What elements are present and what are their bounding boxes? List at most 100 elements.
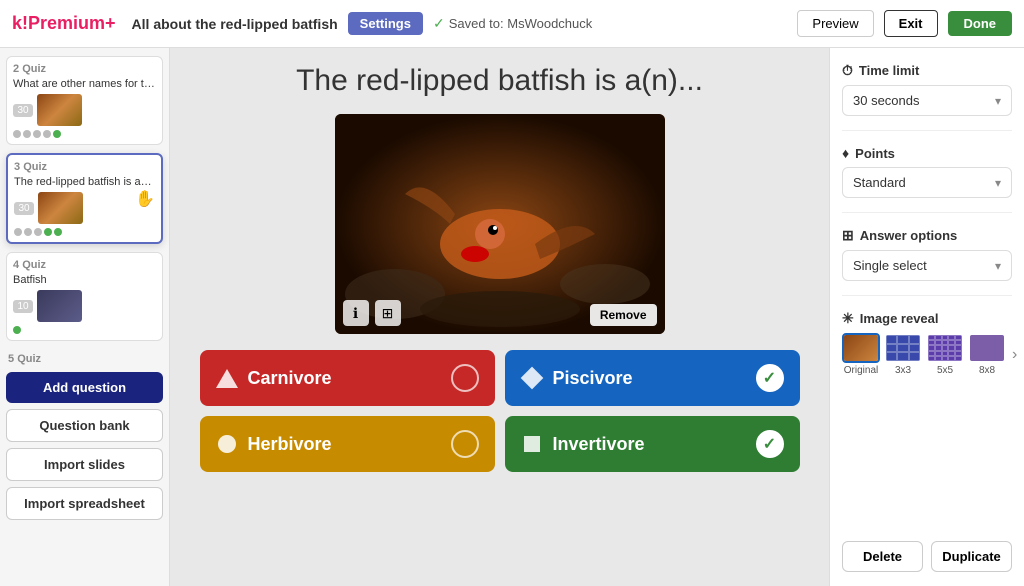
clock-icon: ⏱ — [842, 62, 853, 79]
piscivore-label: Piscivore — [553, 368, 633, 389]
question-bank-button[interactable]: Question bank — [6, 409, 163, 442]
add-question-button[interactable]: Add question — [6, 372, 163, 403]
answer-options-section: ⊞ Answer options Single select ▾ — [842, 227, 1012, 281]
points-label: ♦ Points — [842, 145, 1012, 161]
crop-icon-button[interactable]: ⊞ — [375, 300, 401, 326]
header-title: All about the red-lipped batfish — [132, 16, 338, 32]
right-sidebar: ⏱ Time limit 30 seconds ▾ ♦ Points Stand… — [829, 48, 1024, 586]
dot — [43, 130, 51, 138]
answers-grid: Carnivore Piscivore ✓ Herbivore — [200, 350, 800, 472]
points-icon: ♦ — [842, 145, 849, 161]
header-right: Preview Exit Done — [797, 10, 1012, 37]
dot — [14, 228, 22, 236]
exit-button[interactable]: Exit — [884, 10, 938, 37]
carnivore-label: Carnivore — [248, 368, 332, 389]
image-reveal-options: Original 3x3 — [842, 333, 1012, 376]
quiz-thumb-fish-3 — [38, 192, 83, 224]
import-slides-button[interactable]: Import slides — [6, 448, 163, 481]
fish-img-icons: ℹ ⊞ — [343, 300, 401, 326]
diamond-shape — [521, 367, 543, 389]
quiz-num-5: 5 Quiz — [6, 353, 163, 365]
quiz-dots-2 — [13, 130, 156, 138]
dot — [33, 130, 41, 138]
saved-text: Saved to: MsWoodchuck — [449, 16, 593, 31]
answer-card-invertivore[interactable]: Invertivore ✓ — [505, 416, 800, 472]
preview-button[interactable]: Preview — [797, 10, 873, 37]
quiz-thumb-row-3: 30 ✋ — [14, 192, 155, 224]
quiz-card-2[interactable]: 2 Quiz What are other names for this cre… — [6, 56, 163, 145]
image-reveal-label: ✳ Image reveal — [842, 310, 1012, 327]
reveal-3x3[interactable]: 3x3 — [884, 333, 922, 376]
quiz-thumb-4 — [37, 290, 82, 322]
chevron-down-icon: ▾ — [995, 176, 1001, 190]
reveal-grid-5x5 — [928, 335, 962, 361]
answer-options-icon: ⊞ — [842, 227, 854, 244]
answer-left: Piscivore — [521, 367, 633, 389]
quiz-thumb-fish-4 — [37, 290, 82, 322]
reveal-thumb-5x5 — [926, 333, 964, 363]
image-reveal-icon: ✳ — [842, 310, 854, 327]
duplicate-button[interactable]: Duplicate — [931, 541, 1012, 572]
quiz-title-4: Batfish — [13, 274, 156, 286]
reveal-8x8[interactable]: 8x8 — [968, 333, 1006, 376]
reveal-next-arrow[interactable]: › — [1012, 346, 1017, 364]
piscivore-check: ✓ — [756, 364, 784, 392]
answer-left: Herbivore — [216, 433, 332, 455]
remove-button[interactable]: Remove — [590, 304, 657, 326]
invertivore-label: Invertivore — [553, 434, 645, 455]
quiz-card-3[interactable]: 3 Quiz The red-lipped batfish is a(n)...… — [6, 153, 163, 244]
center-content: The red-lipped batfish is a(n)... — [170, 48, 829, 586]
dot — [13, 130, 21, 138]
reveal-label-original: Original — [844, 365, 878, 376]
dot — [54, 228, 62, 236]
quiz-dots-3 — [14, 228, 155, 236]
image-reveal-section: ✳ Image reveal Original — [842, 310, 1012, 376]
points-value: Standard — [853, 175, 906, 190]
settings-button[interactable]: Settings — [348, 12, 423, 35]
checkmark-icon: ✓ — [433, 15, 445, 32]
points-section: ♦ Points Standard ▾ — [842, 145, 1012, 198]
reveal-thumb-3x3 — [884, 333, 922, 363]
sidebar-actions: Add question Question bank Import slides… — [6, 372, 163, 520]
saved-indicator: ✓ Saved to: MsWoodchuck — [433, 15, 592, 32]
answer-card-herbivore[interactable]: Herbivore — [200, 416, 495, 472]
reveal-thumb-8x8 — [968, 333, 1006, 363]
dot — [44, 228, 52, 236]
answer-options-label: ⊞ Answer options — [842, 227, 1012, 244]
check-mark-icon: ✓ — [763, 368, 776, 388]
header: k!Premium+ All about the red-lipped batf… — [0, 0, 1024, 48]
answer-card-carnivore[interactable]: Carnivore — [200, 350, 495, 406]
quiz-thumb-row-4: 10 — [13, 290, 156, 322]
delete-button[interactable]: Delete — [842, 541, 923, 572]
reveal-5x5[interactable]: 5x5 — [926, 333, 964, 376]
answer-options-dropdown[interactable]: Single select ▾ — [842, 250, 1012, 281]
time-limit-dropdown[interactable]: 30 seconds ▾ — [842, 85, 1012, 116]
quiz-card-4[interactable]: 4 Quiz Batfish 10 — [6, 252, 163, 341]
reveal-thumb-original — [842, 333, 880, 363]
time-limit-section: ⏱ Time limit 30 seconds ▾ — [842, 62, 1012, 116]
info-icon-button[interactable]: ℹ — [343, 300, 369, 326]
fish-image: ℹ ⊞ Remove — [335, 114, 665, 334]
dot — [34, 228, 42, 236]
dot — [53, 130, 61, 138]
answer-card-piscivore[interactable]: Piscivore ✓ — [505, 350, 800, 406]
import-spreadsheet-button[interactable]: Import spreadsheet — [6, 487, 163, 520]
divider — [842, 295, 1012, 296]
reveal-label-8x8: 8x8 — [979, 365, 995, 376]
points-dropdown[interactable]: Standard ▾ — [842, 167, 1012, 198]
drag-icon: ✋ — [135, 189, 155, 209]
quiz-thumb-3 — [38, 192, 83, 224]
quiz-num-4: 4 Quiz — [13, 259, 156, 271]
done-button[interactable]: Done — [948, 11, 1013, 36]
quiz-dots-4 — [13, 326, 156, 334]
circle-shape — [216, 433, 238, 455]
divider — [842, 212, 1012, 213]
reveal-original[interactable]: Original — [842, 333, 880, 376]
quiz-badge-3: 30 — [14, 202, 34, 215]
quiz-badge-2: 30 — [13, 104, 33, 117]
reveal-grid-8x8 — [970, 335, 1004, 361]
quiz-badge-4: 10 — [13, 300, 33, 313]
answer-left: Invertivore — [521, 433, 645, 455]
check-mark-icon: ✓ — [763, 434, 776, 454]
time-limit-value: 30 seconds — [853, 93, 920, 108]
